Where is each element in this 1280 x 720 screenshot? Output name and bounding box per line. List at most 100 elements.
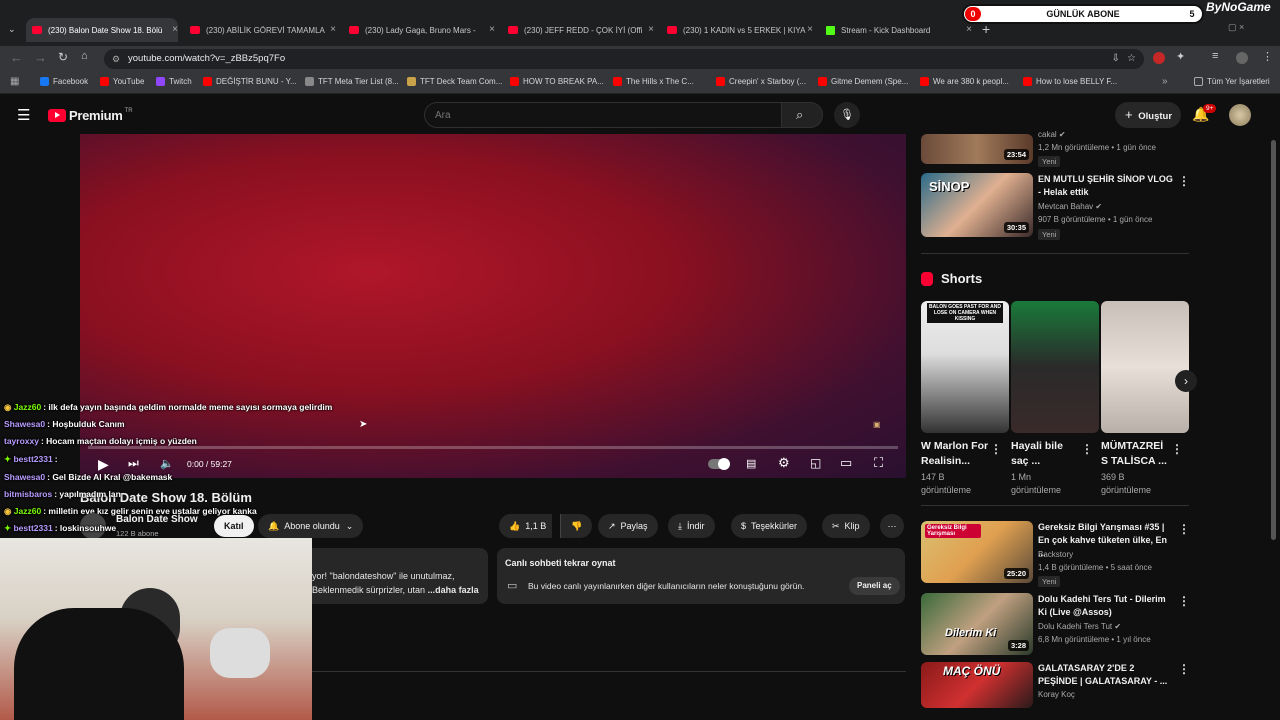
video-title[interactable]: Dolu Kadehi Ters Tut - Dilerim Ki (Live … (1038, 593, 1176, 619)
video-channel[interactable]: cakal ✔ (1038, 130, 1066, 139)
close-tab-icon[interactable]: × (807, 24, 813, 35)
video-thumbnail[interactable]: Gereksiz Bilgi Yarışması 25:20 (921, 521, 1033, 583)
media-icon[interactable]: ≡ (1212, 50, 1218, 62)
video-channel[interactable]: Backstory (1038, 550, 1073, 559)
seek-bar[interactable] (88, 446, 898, 449)
bookmark-2[interactable]: Twitch (156, 77, 192, 86)
create-button[interactable]: + Oluştur (1115, 102, 1181, 128)
bookmark-7[interactable]: The Hills x The C... (613, 77, 694, 86)
bookmark-9[interactable]: Gitme Demem (Spe... (818, 77, 908, 86)
video-thumbnail[interactable]: SİNOP 30:35 (921, 173, 1033, 237)
theater-mode-icon[interactable]: ▭ (840, 455, 852, 471)
voice-search-button[interactable]: 🎙 (834, 102, 860, 128)
browser-tab-0[interactable]: (230) Balon Date Show 18. Bölü × (26, 18, 178, 42)
bookmark-8[interactable]: Creepin' x Starboy (... (716, 77, 806, 86)
share-button[interactable]: ↗ Paylaş (598, 514, 658, 538)
short-thumbnail[interactable]: BALON GOES PAST FOR AND LOSE ON CAMERA W… (921, 301, 1009, 433)
next-icon[interactable]: ⏭ (128, 456, 139, 471)
short-title[interactable]: MÜMTAZREİ S TALİSCA ... (1101, 439, 1171, 469)
bookmark-3[interactable]: DEĞİŞTİR BUNU - Y... (203, 77, 297, 86)
install-icon[interactable]: ⇩ (1112, 49, 1120, 69)
subscribed-button[interactable]: 🔔 Abone olundu ⌄ (258, 514, 364, 538)
more-vert-icon[interactable]: ⋮ (990, 442, 1002, 456)
miniplayer-icon[interactable]: ◱ (810, 456, 821, 470)
bookmark-10[interactable]: We are 380 k peopl... (920, 77, 1009, 86)
close-tab-icon[interactable]: × (172, 24, 178, 35)
short-title[interactable]: Hayali bile saç ... (1011, 439, 1079, 469)
browser-tab-1[interactable]: (230) ABİLİK GÖREVİ TAMAMLA × (190, 18, 336, 42)
fullscreen-icon[interactable]: ⛶ (874, 455, 883, 471)
download-button[interactable]: ⤓ İndir (668, 514, 715, 538)
search-input[interactable] (424, 102, 782, 128)
autoplay-toggle[interactable] (708, 458, 730, 470)
play-icon[interactable]: ▶ (98, 456, 109, 473)
settings-gear-icon[interactable]: ⚙ (778, 455, 790, 471)
browser-tab-5[interactable]: Stream - Kick Dashboard × (826, 18, 972, 42)
bookmark-0[interactable]: Facebook (40, 77, 88, 86)
more-actions-button[interactable]: ⋯ (880, 514, 904, 538)
subtitles-icon[interactable]: ▤ (746, 457, 756, 470)
close-tab-icon[interactable]: × (966, 24, 972, 35)
home-icon[interactable]: ⌂ (81, 50, 88, 62)
all-bookmarks[interactable]: Tüm Yer İşaretleri (1194, 77, 1270, 86)
shorts-next-button[interactable]: › (1175, 370, 1197, 392)
page-scrollbar[interactable] (1271, 140, 1276, 540)
browser-tab-2[interactable]: (230) Lady Gaga, Bruno Mars - × (349, 18, 495, 42)
clip-button[interactable]: ✂ Klip (822, 514, 870, 538)
like-button[interactable]: 👍 1,1 B (499, 514, 553, 538)
video-title[interactable]: EN MUTLU ŞEHİR SİNOP VLOG - Helak ettik (1038, 173, 1174, 199)
close-tab-icon[interactable]: × (330, 24, 336, 35)
tab-search-icon[interactable]: ⌄ (8, 24, 16, 35)
youtube-logo[interactable]: Premium TR (48, 108, 133, 123)
more-vert-icon[interactable]: ⋮ (1178, 594, 1190, 608)
profile-avatar-icon[interactable] (1236, 52, 1248, 64)
bookmark-5[interactable]: TFT Deck Team Com... (407, 77, 502, 86)
search-button[interactable]: ⌕ (781, 102, 823, 128)
show-more-link[interactable]: ...daha fazla (428, 585, 479, 595)
browser-menu-icon[interactable]: ⋮ (1262, 50, 1273, 63)
dislike-button[interactable]: 👎 (560, 514, 593, 538)
site-info-icon[interactable]: ⚙ (112, 49, 120, 69)
hamburger-menu-icon[interactable]: ☰ (17, 106, 30, 124)
open-panel-button[interactable]: Paneli aç (849, 577, 900, 595)
bookmark-star-icon[interactable]: ☆ (1127, 49, 1136, 69)
video-channel[interactable]: Koray Koç (1038, 690, 1075, 699)
video-title[interactable]: GALATASARAY 2'DE 2 PEŞİNDE | GALATASARAY… (1038, 662, 1176, 688)
extensions-puzzle-icon[interactable]: ✦ (1176, 50, 1185, 63)
join-button[interactable]: Katıl (214, 515, 254, 537)
more-vert-icon[interactable]: ⋮ (1081, 442, 1093, 456)
more-vert-icon[interactable]: ⋮ (1178, 522, 1190, 536)
short-thumbnail[interactable] (1011, 301, 1099, 433)
close-tab-icon[interactable]: × (648, 24, 654, 35)
more-vert-icon[interactable]: ⋮ (1171, 442, 1183, 456)
video-channel[interactable]: Dolu Kadehi Ters Tut ✔ (1038, 622, 1121, 631)
short-title[interactable]: W Marlon For Realisin... (921, 439, 989, 469)
short-thumbnail[interactable] (1101, 301, 1189, 433)
bookmark-4[interactable]: TFT Meta Tier List (8... (305, 77, 399, 86)
video-thumbnail[interactable]: 23:54 (921, 134, 1033, 164)
window-controls[interactable]: ▢ × (1228, 22, 1244, 33)
bookmark-6[interactable]: HOW TO BREAK PA... (510, 77, 604, 86)
more-vert-icon[interactable]: ⋮ (1178, 662, 1190, 676)
close-tab-icon[interactable]: × (489, 24, 495, 35)
bookmark-11[interactable]: How to lose BELLY F... (1023, 77, 1117, 86)
apps-grid-icon[interactable]: ▦ (10, 76, 19, 87)
more-vert-icon[interactable]: ⋮ (1178, 174, 1190, 188)
video-thumbnail[interactable]: MAÇ ÖNÜ (921, 662, 1033, 708)
video-channel[interactable]: Mevtcan Bahav ✔ (1038, 202, 1102, 211)
extension-icon[interactable] (1153, 52, 1165, 64)
forward-icon[interactable]: → (34, 50, 47, 65)
video-player[interactable] (80, 134, 906, 478)
browser-tab-4[interactable]: (230) 1 KADIN vs 5 ERKEK | KIYA × (667, 18, 813, 42)
reload-icon[interactable]: ↻ (58, 50, 68, 64)
thanks-button[interactable]: $ Teşekkürler (731, 514, 808, 538)
url-field[interactable]: ⚙ youtube.com/watch?v=_zBBz5pq7Fo ⇩ ☆ (104, 49, 1144, 69)
more-bookmarks-icon[interactable]: » (1162, 76, 1168, 87)
browser-tab-3[interactable]: (230) JEFF REDD - ÇOK İYİ (Offi × (508, 18, 654, 42)
video-thumbnail[interactable]: Dilerim Ki 3:28 (921, 593, 1033, 655)
user-avatar[interactable] (1229, 104, 1251, 126)
channel-name[interactable]: Balon Date Show (116, 514, 198, 525)
bookmark-1[interactable]: YouTube (100, 77, 144, 86)
volume-icon[interactable]: 🔈 (160, 457, 174, 470)
back-icon[interactable]: ← (10, 50, 23, 65)
